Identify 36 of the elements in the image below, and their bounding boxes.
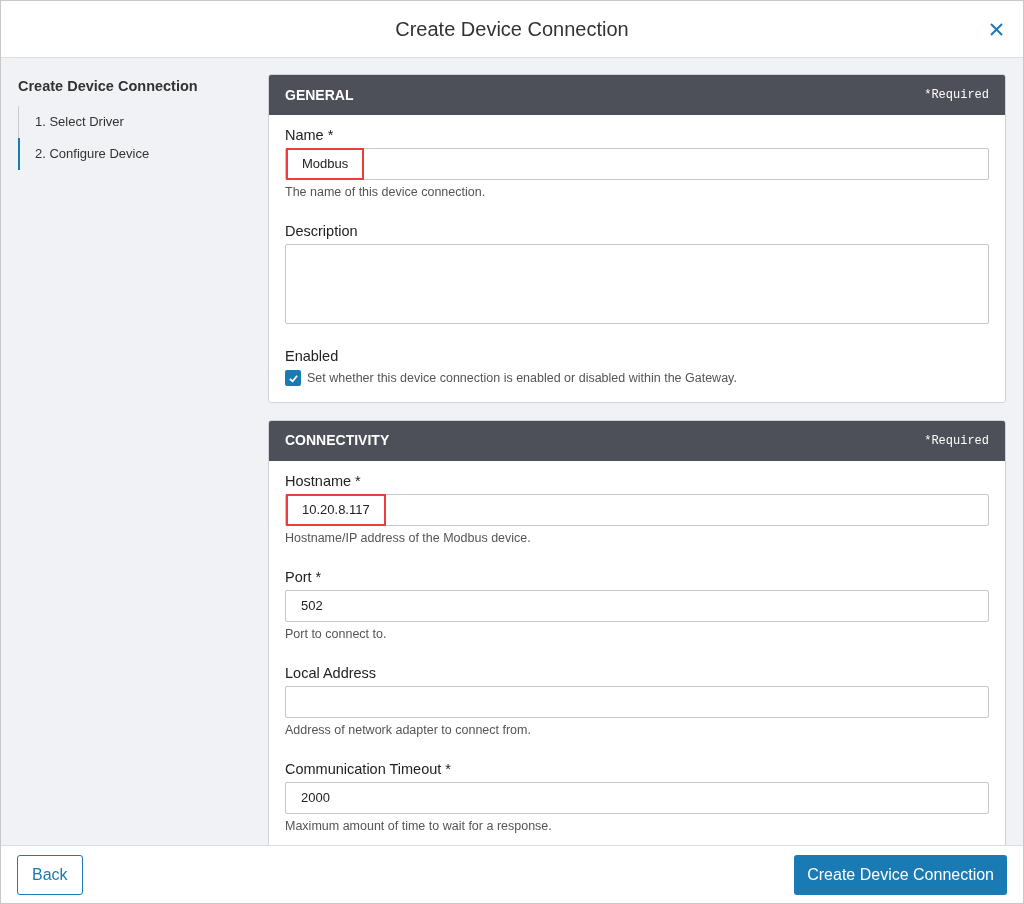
step-item[interactable]: 1. Select Driver <box>18 105 251 138</box>
field-hint: Address of network adapter to connect from. <box>285 721 532 738</box>
checkmark-icon <box>287 372 299 384</box>
text-input[interactable]: 10.20.8.117 <box>285 493 989 526</box>
field-label: Description <box>285 222 359 241</box>
field-label: Hostname * <box>285 471 362 491</box>
section-title: CONNECTIVITY <box>285 431 390 451</box>
text-input[interactable] <box>285 685 989 718</box>
section-title: GENERAL <box>285 85 354 105</box>
checkbox[interactable] <box>285 370 301 387</box>
create-button[interactable]: Create Device Connection <box>794 854 1007 895</box>
field-hint: The name of this device connection. <box>285 184 487 200</box>
field-label: Name * <box>285 126 335 145</box>
text-input[interactable]: 2000 <box>285 781 989 814</box>
field-label: Enabled <box>285 347 340 366</box>
input-value: 10.20.8.117 <box>302 501 370 519</box>
field-label: Local Address <box>285 663 378 683</box>
description-field[interactable] <box>285 244 989 324</box>
text-input[interactable]: Modbus <box>285 148 989 180</box>
back-button[interactable]: Back <box>17 854 83 895</box>
field-label: Communication Timeout * <box>285 759 452 779</box>
required-note: *Required <box>924 87 989 104</box>
dialog-title: Create Device Connection <box>395 17 629 42</box>
field-hint: Set whether this device connection is enabled or disabled within the Gateway. <box>307 370 737 387</box>
input-value: 502 <box>301 597 323 615</box>
steps-title: Create Device Connection <box>18 77 199 96</box>
field-hint: Hostname/IP address of the Modbus device. <box>285 529 532 546</box>
input-value: Modbus <box>302 155 349 174</box>
field-label: Port * <box>285 567 323 587</box>
input-value: 2000 <box>301 789 330 807</box>
field-hint: Port to connect to. <box>285 625 388 642</box>
step-item[interactable]: 2. Configure Device <box>18 137 251 170</box>
required-note: *Required <box>924 432 989 450</box>
close-icon[interactable] <box>990 23 1003 36</box>
text-input[interactable]: 502 <box>285 589 989 622</box>
field-hint: Maximum amount of time to wait for a response. <box>285 817 553 834</box>
